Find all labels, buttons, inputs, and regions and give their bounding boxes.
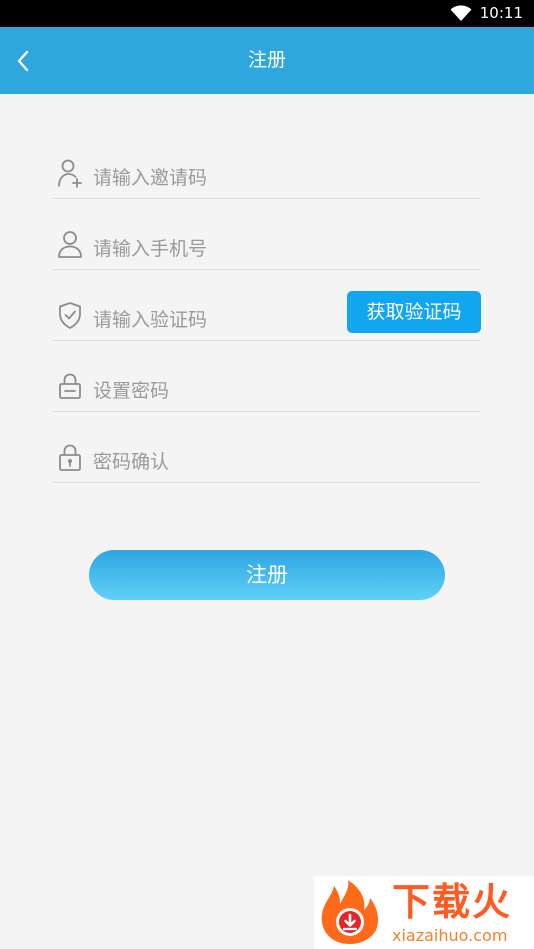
invite-code-input[interactable] (93, 162, 343, 194)
watermark-domain: xiazaihuo.com (392, 926, 508, 945)
password-field (53, 371, 480, 412)
password-input[interactable] (93, 375, 343, 407)
phone-field (53, 229, 480, 270)
shield-check-icon (59, 302, 81, 329)
user-icon (58, 231, 82, 258)
user-add-icon (58, 159, 82, 188)
phone-input[interactable] (93, 233, 343, 265)
watermark: 下载火 xiazaihuo.com (314, 876, 534, 949)
wifi-icon (450, 5, 472, 21)
status-time: 10:11 (479, 4, 523, 22)
fire-download-logo (321, 880, 378, 944)
get-verify-code-button[interactable]: 获取验证码 (347, 291, 481, 333)
register-button[interactable]: 注册 (89, 550, 445, 600)
invite-code-field (53, 158, 480, 199)
lock-keyhole-icon (59, 444, 81, 471)
page-title: 注册 (247, 49, 286, 71)
verify-code-input[interactable] (93, 304, 343, 336)
confirm-password-input[interactable] (93, 446, 343, 478)
app-bar: 注册 (0, 27, 534, 94)
watermark-brand: 下载火 (392, 880, 513, 924)
lock-icon (59, 373, 81, 399)
confirm-password-field (53, 442, 480, 483)
status-bar: 10:11 (0, 0, 534, 27)
